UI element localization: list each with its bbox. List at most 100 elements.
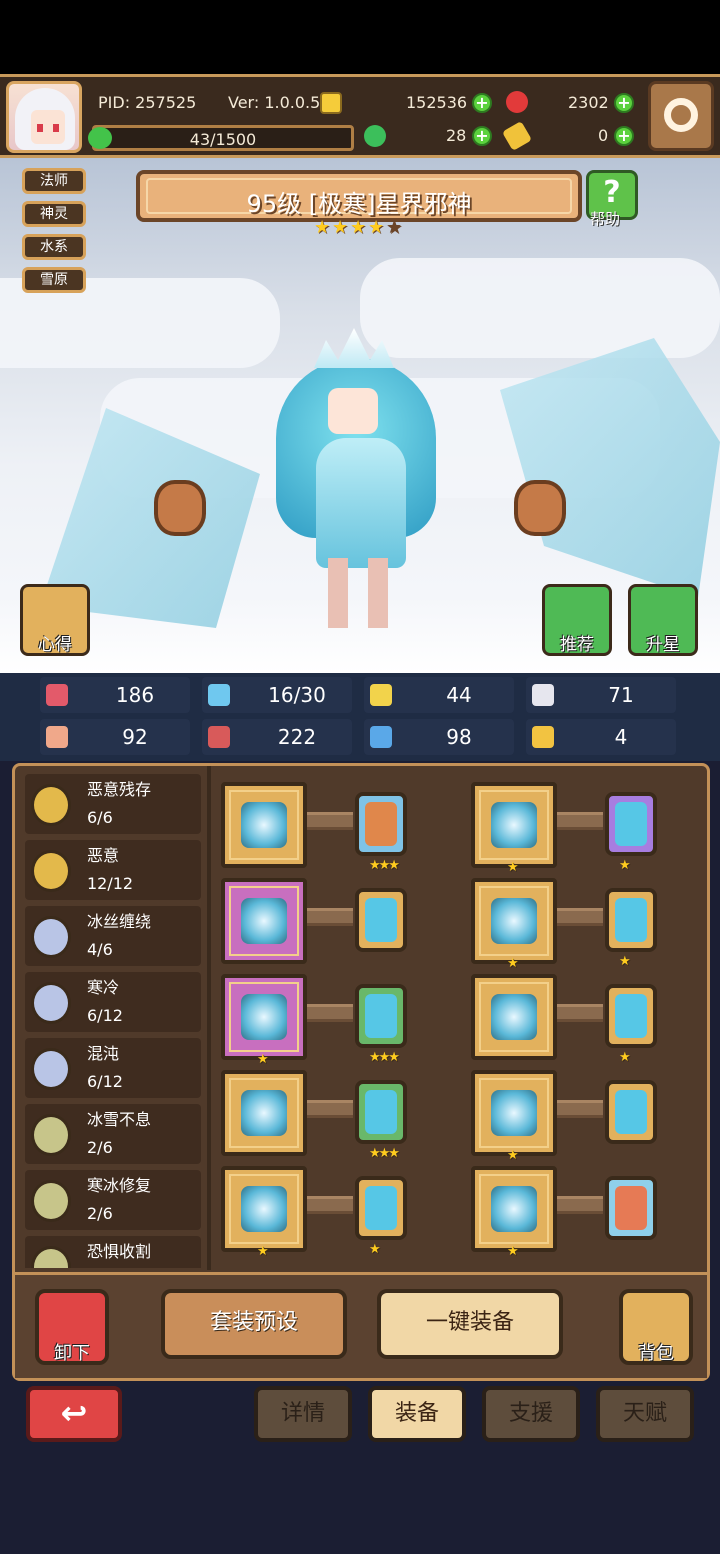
gem-socket[interactable] xyxy=(355,1176,407,1240)
set-bonus-item[interactable]: 恶意 12/12 xyxy=(25,840,201,900)
set-bonus-item[interactable]: 寒冰修复 2/6 xyxy=(25,1170,201,1230)
gem-socket[interactable] xyxy=(355,888,407,952)
equipment-slot[interactable] xyxy=(221,878,307,964)
set-bonus-list[interactable]: 恶意残存 6/6 恶意 12/12 冰丝缠绕 4/6 寒冷 6/12 混沌 6/12 冰雪不息 2/6… xyxy=(25,774,201,1268)
auto-equip-button[interactable]: 一键装备 xyxy=(377,1289,563,1359)
set-bonus-item[interactable]: 混沌 6/12 xyxy=(25,1038,201,1098)
set-bonus-item[interactable]: 恶意残存 6/6 xyxy=(25,774,201,834)
player-avatar[interactable] xyxy=(6,81,82,153)
slot-stars: ★ xyxy=(257,1244,269,1259)
blue-gem-icon xyxy=(615,802,647,846)
gem-socket[interactable] xyxy=(605,792,657,856)
slot-gem-link xyxy=(307,1100,353,1118)
game-version: Ver: 1.0.0.5 xyxy=(228,93,321,112)
rune-left-icon[interactable] xyxy=(154,480,206,536)
settings-button[interactable] xyxy=(648,81,714,151)
equipment-slot[interactable] xyxy=(221,1166,307,1252)
tab-support[interactable]: 支援 xyxy=(482,1386,580,1442)
ice-crown-icon xyxy=(314,328,394,368)
gem-socket[interactable] xyxy=(605,1176,657,1240)
blue-gem-icon xyxy=(615,1090,647,1134)
back-button[interactable]: ↩ xyxy=(26,1386,122,1442)
status-bar xyxy=(0,0,720,74)
help-label: 帮助 xyxy=(590,210,621,228)
notes-button[interactable]: 心得 xyxy=(20,584,90,656)
dark-orb-icon xyxy=(241,1090,287,1136)
tab-details[interactable]: 详情 xyxy=(254,1386,352,1442)
water-drop-icon xyxy=(208,684,230,706)
add-gems-button[interactable]: + xyxy=(614,93,634,113)
recommend-button[interactable]: 推荐 xyxy=(542,584,612,656)
equipment-slot[interactable] xyxy=(471,1166,557,1252)
equipment-slot[interactable] xyxy=(471,878,557,964)
gem-socket[interactable] xyxy=(355,1080,407,1144)
necklace-icon xyxy=(241,994,287,1040)
set-bonus-item[interactable]: 寒冷 6/12 xyxy=(25,972,201,1032)
add-gold-button[interactable]: + xyxy=(472,93,492,113)
tag-terrain[interactable]: 雪原 xyxy=(22,267,86,293)
rune-right-icon[interactable] xyxy=(514,480,566,536)
add-clover-button[interactable]: + xyxy=(472,126,492,146)
gem-stars: ★ xyxy=(619,954,631,969)
tag-element[interactable]: 水系 xyxy=(22,234,86,260)
star-up-button[interactable]: 升星 xyxy=(628,584,698,656)
gold-amount: 152536 xyxy=(406,93,468,112)
unequip-button[interactable]: 卸下 xyxy=(35,1289,109,1365)
backpack-button[interactable]: 背包 xyxy=(619,1289,693,1365)
slot-gem-link xyxy=(307,908,353,926)
stat-speed: 98 xyxy=(364,719,514,755)
player-id: PID: 257525 xyxy=(98,93,197,112)
star-up-label: 升星 xyxy=(646,635,680,655)
boots-icon xyxy=(491,1186,537,1232)
gem-stars: ★★★ xyxy=(369,1050,400,1065)
gem-stars: ★ xyxy=(619,1050,631,1065)
slot-gem-link xyxy=(557,1004,603,1022)
set-name: 恶意残存 xyxy=(87,780,152,799)
set-name: 寒冰修复 xyxy=(87,1176,152,1195)
set-name: 恶意 xyxy=(87,846,120,865)
tag-class[interactable]: 法师 xyxy=(22,168,86,194)
slot-gem-link xyxy=(307,1004,353,1022)
gem-socket[interactable] xyxy=(355,984,407,1048)
gem-socket[interactable] xyxy=(605,888,657,952)
set-progress: 2/6 xyxy=(87,1138,113,1157)
tag-race[interactable]: 神灵 xyxy=(22,201,86,227)
hero-sprite[interactable] xyxy=(256,328,456,628)
gem-socket[interactable] xyxy=(605,1080,657,1144)
set-medal-icon xyxy=(31,1246,71,1268)
set-preset-button[interactable]: 套装预设 xyxy=(161,1289,347,1359)
slot-gem-link xyxy=(307,1196,353,1214)
equipment-slot[interactable] xyxy=(221,1070,307,1156)
equipment-slot[interactable] xyxy=(221,782,307,868)
set-medal-icon xyxy=(31,1048,71,1090)
ice-ring-icon xyxy=(241,1186,287,1232)
gem-stars: ★★★ xyxy=(369,1146,400,1161)
set-bonus-item[interactable]: 恐惧收割 xyxy=(25,1236,201,1268)
set-name: 冰丝缠绕 xyxy=(87,912,152,931)
set-name: 混沌 xyxy=(87,1044,120,1063)
set-medal-icon xyxy=(31,982,71,1024)
gem-socket[interactable] xyxy=(605,984,657,1048)
fist-icon xyxy=(46,726,68,748)
ice-crown-icon xyxy=(491,802,537,848)
set-progress: 12/12 xyxy=(87,874,134,893)
equipment-slot[interactable] xyxy=(471,974,557,1060)
equipment-slot[interactable] xyxy=(221,974,307,1060)
stat-hp: 186 xyxy=(40,677,190,713)
slot-gem-link xyxy=(557,812,603,830)
set-bonus-item[interactable]: 冰雪不息 2/6 xyxy=(25,1104,201,1164)
hero-star-rating: ★ ★ ★ ★ ★ xyxy=(314,218,404,240)
tab-equipment[interactable]: 装备 xyxy=(368,1386,466,1442)
equipment-slot[interactable] xyxy=(471,1070,557,1156)
tab-talent[interactable]: 天赋 xyxy=(596,1386,694,1442)
slot-gem-link xyxy=(557,1100,603,1118)
gem-socket[interactable] xyxy=(355,792,407,856)
unequip-label: 卸下 xyxy=(54,1343,90,1364)
equipment-slot[interactable] xyxy=(471,782,557,868)
notes-label: 心得 xyxy=(38,635,72,655)
shield-icon xyxy=(370,684,392,706)
horseshoe-icon xyxy=(532,726,554,748)
add-key-button[interactable]: + xyxy=(614,126,634,146)
stamina-clover-icon xyxy=(88,127,112,149)
set-bonus-item[interactable]: 冰丝缠绕 4/6 xyxy=(25,906,201,966)
